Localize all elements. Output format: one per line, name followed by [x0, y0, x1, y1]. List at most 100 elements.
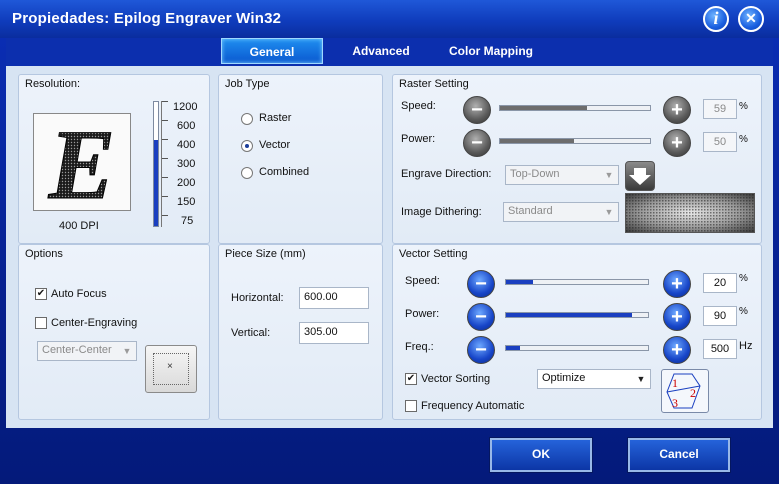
resolution-slider[interactable] — [153, 101, 159, 227]
radio-combined[interactable] — [241, 167, 253, 179]
raster-speed-unit: % — [739, 101, 748, 112]
vector-sorting-checkbox[interactable]: ✔ — [405, 373, 417, 385]
dithering-pattern-image — [626, 194, 754, 232]
close-button[interactable]: ✕ — [738, 6, 764, 32]
vector-sorting-icon-button[interactable]: 1 2 3 — [661, 369, 709, 413]
frequency-automatic-checkbox[interactable] — [405, 400, 417, 412]
title-bar: Propiedades: Epilog Engraver Win32 i ✕ — [0, 0, 779, 38]
window-title: Propiedades: Epilog Engraver Win32 — [12, 10, 282, 27]
tab-general[interactable]: General — [221, 38, 323, 64]
vector-setting-title: Vector Setting — [399, 248, 468, 260]
vector-power-plus-button[interactable]: + — [663, 303, 691, 331]
resolution-panel: Resolution: E 400 DPI 1200 600 400 300 2… — [18, 74, 210, 244]
vector-sort-order-icon: 1 2 3 — [666, 373, 701, 410]
vector-speed-minus-button[interactable]: − — [467, 270, 495, 298]
radio-raster-label: Raster — [259, 112, 292, 124]
image-dithering-value: Standard — [508, 205, 553, 217]
image-dithering-label: Image Dithering: — [401, 206, 482, 218]
center-position-button[interactable]: × — [145, 345, 197, 393]
scale-400: 400 — [177, 139, 196, 151]
vector-freq-unit: Hz — [739, 340, 753, 352]
tab-color-mapping[interactable]: Color Mapping — [438, 38, 544, 64]
ok-button[interactable]: OK — [490, 438, 592, 472]
vector-setting-panel: Vector Setting Speed: − + 20 % Power: − … — [392, 244, 762, 420]
plus-icon: + — [671, 132, 683, 154]
chevron-down-icon: ▼ — [604, 207, 614, 217]
resolution-ticks — [161, 101, 171, 227]
center-engraving-checkbox[interactable] — [35, 317, 47, 329]
preview-letter: E — [48, 114, 116, 210]
raster-speed-label: Speed: — [401, 100, 436, 112]
vertical-label: Vertical: — [231, 327, 271, 339]
job-type-title: Job Type — [225, 78, 270, 90]
plus-icon: + — [671, 339, 683, 361]
dpi-label: 400 DPI — [59, 220, 99, 232]
horizontal-label: Horizontal: — [231, 292, 284, 304]
raster-speed-minus-button[interactable]: − — [463, 96, 491, 124]
sort-number-3: 3 — [672, 396, 678, 410]
sort-number-1: 1 — [672, 376, 678, 390]
dithering-preview — [625, 193, 755, 233]
center-mode-select[interactable]: Center-Center ▼ — [37, 341, 137, 361]
options-title: Options — [25, 248, 63, 260]
vertical-input[interactable]: 305.00 — [299, 322, 369, 344]
vector-freq-slider[interactable] — [505, 345, 649, 351]
engrave-preview-image: E — [47, 109, 116, 221]
vector-speed-slider[interactable] — [505, 279, 649, 285]
radio-raster[interactable] — [241, 113, 253, 125]
dialog-content: Resolution: E 400 DPI 1200 600 400 300 2… — [6, 66, 773, 428]
scale-200: 200 — [177, 177, 196, 189]
properties-window: Propiedades: Epilog Engraver Win32 i ✕ G… — [0, 0, 779, 484]
image-dithering-select[interactable]: Standard ▼ — [503, 202, 619, 222]
auto-focus-label: Auto Focus — [51, 288, 107, 300]
vector-sorting-label: Vector Sorting — [421, 373, 491, 385]
chevron-down-icon: ▼ — [122, 346, 132, 356]
raster-power-unit: % — [739, 134, 748, 145]
vector-freq-minus-button[interactable]: − — [467, 336, 495, 364]
raster-speed-slider[interactable] — [499, 105, 651, 111]
vector-speed-value[interactable]: 20 — [703, 273, 737, 293]
raster-power-minus-button[interactable]: − — [463, 129, 491, 157]
chevron-down-icon: ▼ — [636, 374, 646, 384]
vector-power-minus-button[interactable]: − — [467, 303, 495, 331]
arrow-down-icon — [629, 168, 651, 185]
vector-freq-value[interactable]: 500 — [703, 339, 737, 359]
vector-power-value[interactable]: 90 — [703, 306, 737, 326]
scale-600: 600 — [177, 120, 196, 132]
raster-speed-plus-button[interactable]: + — [663, 96, 691, 124]
auto-focus-checkbox[interactable]: ✔ — [35, 288, 47, 300]
center-mark-icon: × — [167, 361, 173, 372]
chevron-down-icon: ▼ — [604, 170, 614, 180]
plus-icon: + — [671, 273, 683, 295]
raster-power-value[interactable]: 50 — [703, 132, 737, 152]
raster-setting-panel: Raster Setting Speed: − + 59 % Power: − … — [392, 74, 762, 244]
vector-sorting-select[interactable]: Optimize ▼ — [537, 369, 651, 389]
options-panel: Options ✔ Auto Focus Center-Engraving Ce… — [18, 244, 210, 420]
cancel-button[interactable]: Cancel — [628, 438, 730, 472]
raster-speed-value[interactable]: 59 — [703, 99, 737, 119]
raster-power-slider[interactable] — [499, 138, 651, 144]
vector-speed-label: Speed: — [405, 275, 440, 287]
horizontal-input[interactable]: 600.00 — [299, 287, 369, 309]
engrave-direction-label: Engrave Direction: — [401, 168, 492, 180]
job-type-panel: Job Type Raster Vector Combined — [218, 74, 383, 244]
plus-icon: + — [671, 99, 683, 121]
engrave-direction-button[interactable] — [625, 161, 655, 191]
vector-freq-plus-button[interactable]: + — [663, 336, 691, 364]
tab-advanced[interactable]: Advanced — [341, 38, 421, 64]
vector-freq-label: Freq.: — [405, 341, 434, 353]
raster-power-plus-button[interactable]: + — [663, 129, 691, 157]
resolution-slider-fill — [154, 140, 158, 226]
engrave-direction-select[interactable]: Top-Down ▼ — [505, 165, 619, 185]
resolution-title: Resolution: — [25, 78, 81, 90]
scale-75: 75 — [181, 215, 194, 227]
vector-power-fill — [506, 313, 633, 317]
radio-vector[interactable] — [241, 140, 253, 152]
vector-speed-plus-button[interactable]: + — [663, 270, 691, 298]
vector-sorting-value: Optimize — [542, 372, 586, 384]
vector-power-slider[interactable] — [505, 312, 649, 318]
scale-300: 300 — [177, 158, 196, 170]
info-button[interactable]: i — [703, 6, 729, 32]
scale-1200: 1200 — [173, 101, 198, 113]
minus-icon: − — [475, 339, 487, 361]
